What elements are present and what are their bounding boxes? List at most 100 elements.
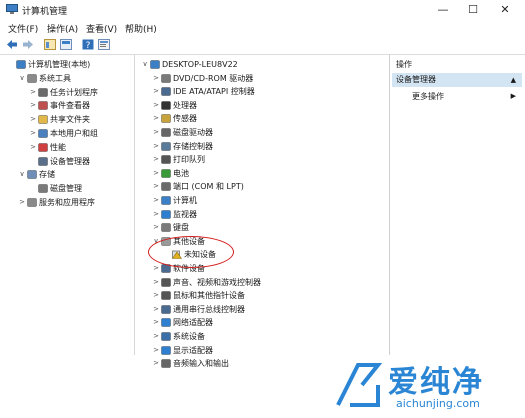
services-apps-icon — [27, 198, 37, 207]
expand-chevron-right-icon[interactable]: > — [152, 112, 160, 125]
dvd-drive-icon — [161, 73, 171, 83]
expand-chevron-right-icon[interactable]: > — [152, 330, 160, 343]
expand-chevron-right-icon[interactable]: > — [152, 221, 160, 234]
expand-chevron-right-icon[interactable]: > — [152, 357, 160, 370]
actions-pane: 操作 设备管理器 ▲ 更多操作 ▶ — [392, 55, 522, 355]
navigation-tree: 计算机管理(本地) ∨ 系统工具 > 任务计划程序 > 事件查看器 > 共享文件夹 > 本地用户和组… — [3, 55, 135, 355]
device-tree-item-label: 处理器 — [173, 100, 197, 110]
menu-help[interactable]: 帮助(H) — [125, 22, 157, 35]
event-viewer-icon — [38, 101, 48, 111]
expand-chevron-right-icon[interactable]: > — [152, 153, 160, 166]
expand-chevron-right-icon[interactable]: > — [152, 72, 160, 85]
nav-tree-item-label: 事件查看器 — [50, 101, 90, 111]
device-tree-item-label: 传感器 — [173, 114, 197, 124]
window-title: 计算机管理 — [22, 7, 68, 17]
expand-chevron-right-icon[interactable]: > — [152, 208, 160, 221]
storage-controller-icon — [161, 141, 171, 151]
audio-io-icon — [161, 359, 171, 368]
expand-chevron-right-icon[interactable]: > — [29, 127, 37, 140]
device-tree-item-label: 系统设备 — [173, 332, 205, 341]
task-scheduler-icon — [38, 87, 48, 97]
disk-drive-icon — [161, 128, 171, 137]
mouse-icon — [161, 291, 171, 300]
nav-tree-item-label: 性能 — [50, 142, 66, 152]
expand-chevron-right-icon[interactable]: > — [152, 194, 160, 207]
minimize-button[interactable]: — — [432, 2, 454, 17]
expand-chevron-right-icon[interactable]: > — [29, 113, 37, 126]
nav-tree-item-label: 存储 — [39, 170, 55, 180]
expand-chevron-right-icon[interactable]: > — [152, 85, 160, 98]
device-tree-item-label: 通用串行总线控制器 — [173, 304, 245, 314]
toolbar: ? — [0, 36, 525, 55]
network-adapter-icon — [161, 318, 171, 328]
processor-icon — [161, 101, 171, 110]
device-tree-item-label: DVD/CD-ROM 驱动器 — [173, 73, 254, 83]
sound-controller-icon — [161, 277, 171, 287]
nav-tree-item-label: 任务计划程序 — [50, 87, 98, 97]
menu-view[interactable]: 查看(V) — [86, 22, 117, 35]
expand-chevron-right-icon[interactable]: > — [18, 196, 26, 209]
display-adapter-icon — [161, 345, 171, 355]
system-tools-icon — [27, 74, 37, 83]
nav-tree-item-label: 设备管理器 — [50, 156, 90, 166]
expand-chevron-down-icon[interactable]: ∨ — [18, 168, 26, 181]
expand-chevron-right-icon[interactable]: > — [152, 126, 160, 139]
device-tree: ∨ DESKTOP-LEU8V22 > DVD/CD-ROM 驱动器 > IDE ATA/… — [137, 55, 390, 368]
back-arrow-icon[interactable] — [6, 39, 18, 50]
expand-chevron-right-icon[interactable]: > — [29, 86, 37, 99]
more-actions-item[interactable]: 更多操作 — [412, 90, 444, 103]
submenu-arrow-icon: ▶ — [510, 92, 516, 100]
device-tree-item-label: DESKTOP-LEU8V22 — [162, 60, 238, 69]
device-tree-item-label: 声音、视频和游戏控制器 — [173, 277, 261, 287]
battery-icon — [161, 169, 171, 178]
maximize-button[interactable]: ☐ — [462, 2, 484, 17]
sensor-icon — [161, 114, 171, 124]
expand-chevron-down-icon[interactable]: ∨ — [18, 72, 26, 85]
collapse-up-icon[interactable]: ▲ — [511, 73, 516, 87]
close-button[interactable]: ✕ — [494, 2, 516, 17]
nav-tree-item-label: 共享文件夹 — [50, 115, 90, 125]
expand-chevron-right-icon[interactable]: > — [152, 140, 160, 153]
menu-file[interactable]: 文件(F) — [8, 22, 38, 35]
forward-arrow-icon[interactable] — [22, 39, 34, 50]
actions-header: 操作 — [396, 60, 412, 69]
usb-controller-icon — [161, 305, 171, 314]
more-actions-label: 更多操作 — [412, 92, 444, 101]
menu-bar: 文件(F) 操作(A) 查看(V) 帮助(H) — [0, 20, 525, 36]
computer-icon — [150, 60, 160, 69]
properties-icon[interactable] — [98, 39, 110, 50]
device-tree-item-label: 网络适配器 — [173, 318, 213, 328]
watermark-logo-icon — [336, 363, 383, 407]
expand-chevron-right-icon[interactable]: > — [152, 276, 160, 289]
expand-chevron-down-icon[interactable]: ∨ — [141, 58, 149, 71]
menu-action[interactable]: 操作(A) — [47, 22, 78, 35]
watermark-text: 爱纯净 — [388, 365, 484, 400]
actions-device-manager-item[interactable]: 设备管理器 ▲ — [392, 73, 522, 87]
help-icon[interactable]: ? — [82, 39, 94, 50]
expand-chevron-right-icon[interactable]: > — [152, 167, 160, 180]
expand-chevron-right-icon[interactable]: > — [29, 141, 37, 154]
device-tree-item-label: 计算机 — [173, 196, 197, 205]
expand-chevron-right-icon[interactable]: > — [152, 289, 160, 302]
device-tree-item-label: 端口 (COM 和 LPT) — [173, 182, 244, 192]
device-tree-item-label: 电池 — [173, 168, 189, 178]
window-pane-icon[interactable] — [60, 39, 72, 50]
expand-chevron-right-icon[interactable]: > — [152, 99, 160, 112]
nav-tree-item-label: 系统工具 — [39, 73, 71, 83]
nav-tree-item-label: 计算机管理(本地) — [28, 60, 91, 69]
show-console-tree-icon[interactable] — [44, 39, 56, 50]
highlight-circle — [148, 236, 234, 268]
device-tree-item-label: 音频输入和输出 — [173, 359, 229, 369]
expand-chevron-right-icon[interactable]: > — [152, 262, 160, 275]
device-tree-item-label: 存储控制器 — [173, 141, 213, 151]
expand-chevron-right-icon[interactable]: > — [152, 316, 160, 329]
expand-chevron-right-icon[interactable]: > — [152, 180, 160, 193]
svg-text:?: ? — [86, 41, 91, 50]
storage-icon — [27, 170, 37, 180]
device-tree-item-label: 打印队列 — [173, 155, 205, 165]
title-bar: 计算机管理 — ☐ ✕ — [0, 0, 525, 20]
port-icon — [161, 182, 171, 192]
expand-chevron-right-icon[interactable]: > — [29, 99, 37, 112]
expand-chevron-right-icon[interactable]: > — [152, 344, 160, 357]
expand-chevron-right-icon[interactable]: > — [152, 303, 160, 316]
